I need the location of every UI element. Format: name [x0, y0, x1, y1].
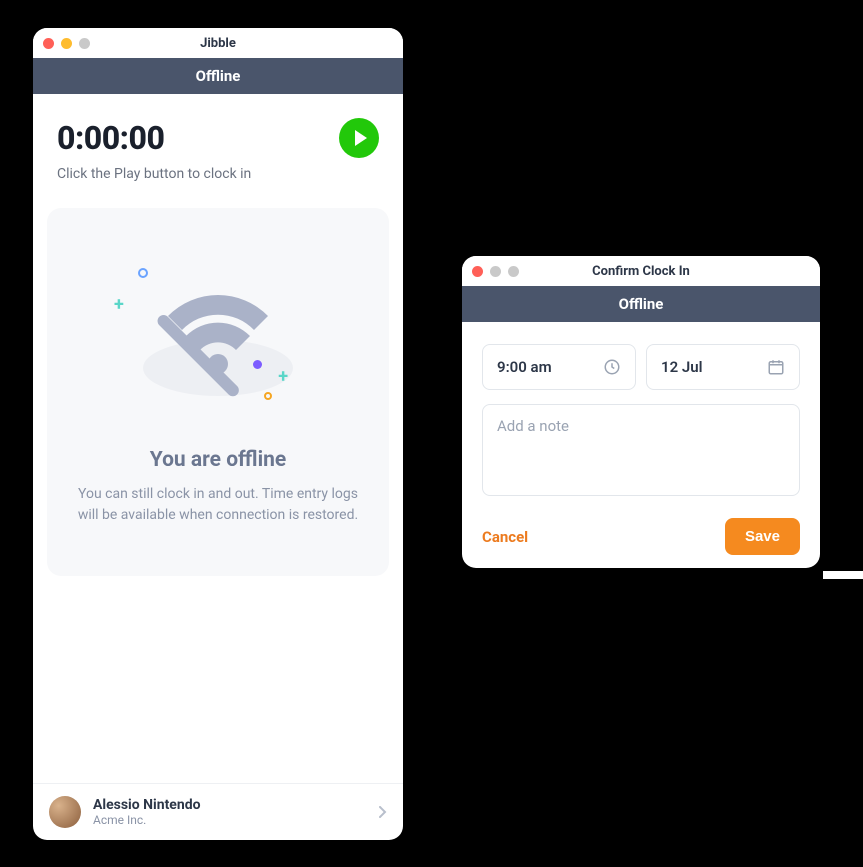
clock-in-button[interactable] — [339, 118, 379, 158]
offline-banner: Offline — [33, 58, 403, 94]
offline-heading: You are offline — [65, 448, 371, 472]
time-field[interactable]: 9:00 am — [482, 344, 636, 390]
action-row: Cancel Save — [462, 512, 820, 568]
time-value: 9:00 am — [497, 358, 552, 376]
wifi-off-icon — [138, 258, 298, 398]
cancel-button[interactable]: Cancel — [482, 528, 528, 546]
window-controls — [43, 38, 90, 49]
timer-display: 0:00:00 — [57, 119, 164, 157]
date-value: 12 Jul — [661, 358, 703, 376]
user-meta: Alessio Nintendo Acme Inc. — [93, 797, 367, 827]
offline-card: + + You are offline You can still clock … — [47, 208, 389, 576]
timer-row: 0:00:00 — [33, 94, 403, 166]
save-button[interactable]: Save — [725, 518, 800, 555]
window-controls — [472, 266, 519, 277]
avatar — [49, 796, 81, 828]
calendar-icon — [767, 358, 785, 376]
window-title: Confirm Clock In — [472, 264, 810, 279]
minimize-window-button[interactable] — [490, 266, 501, 277]
offline-body: You can still clock in and out. Time ent… — [65, 484, 371, 526]
user-company: Acme Inc. — [93, 813, 367, 827]
offline-illustration: + + — [118, 258, 318, 428]
user-footer[interactable]: Alessio Nintendo Acme Inc. — [33, 783, 403, 840]
note-input[interactable]: Add a note — [482, 404, 800, 496]
maximize-window-button[interactable] — [79, 38, 90, 49]
decoration-circle-icon — [264, 392, 272, 400]
confirm-window: Confirm Clock In Offline 9:00 am 12 Jul … — [462, 256, 820, 568]
decoration-dot-icon — [253, 360, 262, 369]
note-placeholder: Add a note — [497, 417, 569, 435]
hint-text: Click the Play button to clock in — [33, 166, 403, 200]
play-icon — [355, 130, 367, 146]
titlebar: Confirm Clock In — [462, 256, 820, 286]
chevron-right-icon — [379, 803, 387, 822]
user-name: Alessio Nintendo — [93, 797, 367, 813]
clock-icon — [603, 358, 621, 376]
main-window: Jibble Offline 0:00:00 Click the Play bu… — [33, 28, 403, 840]
offline-banner: Offline — [462, 286, 820, 322]
decoration-strip — [823, 571, 863, 579]
window-title: Jibble — [43, 36, 393, 51]
decoration-circle-icon — [138, 268, 148, 278]
titlebar: Jibble — [33, 28, 403, 58]
close-window-button[interactable] — [43, 38, 54, 49]
maximize-window-button[interactable] — [508, 266, 519, 277]
minimize-window-button[interactable] — [61, 38, 72, 49]
decoration-plus-icon: + — [114, 294, 124, 315]
date-field[interactable]: 12 Jul — [646, 344, 800, 390]
form-body: 9:00 am 12 Jul Add a note — [462, 322, 820, 512]
decoration-plus-icon: + — [278, 366, 288, 387]
close-window-button[interactable] — [472, 266, 483, 277]
